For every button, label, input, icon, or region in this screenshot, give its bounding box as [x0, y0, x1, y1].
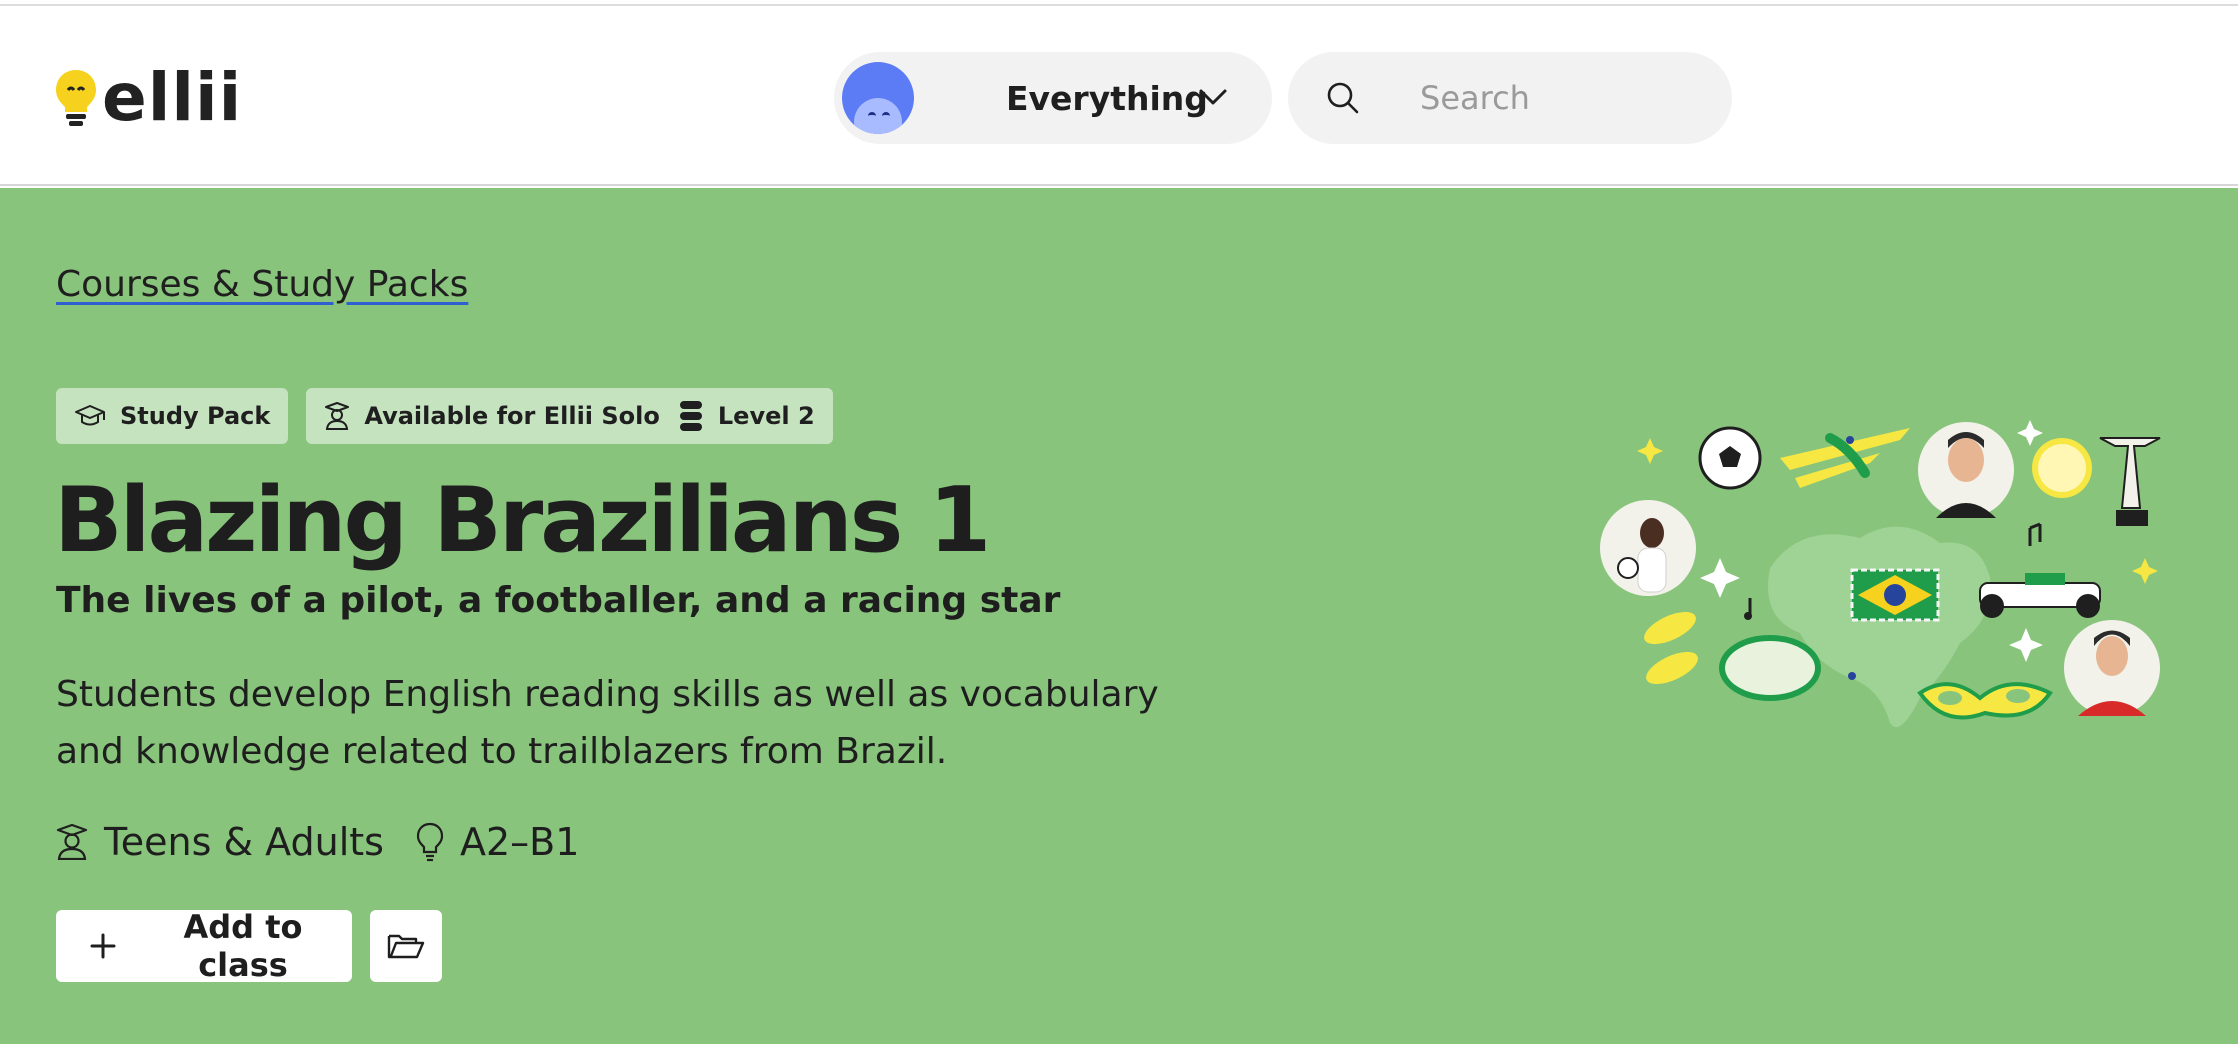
audience-label: Teens & Adults	[104, 820, 384, 864]
logo-wordmark: ellii	[102, 59, 243, 136]
cefr-level-info: A2–B1	[416, 820, 579, 864]
study-pack-badge: Study Pack	[56, 388, 289, 444]
student-icon	[56, 824, 88, 860]
ellii-logo[interactable]: ellii	[54, 58, 242, 138]
plus-icon	[90, 933, 116, 959]
add-to-class-button[interactable]: Add to class	[56, 908, 352, 984]
lightbulb-icon	[416, 822, 444, 862]
graduation-cap-icon	[75, 405, 105, 426]
breadcrumb-courses-study-packs[interactable]: Courses & Study Packs	[56, 264, 468, 305]
course-hero: Courses & Study Packs Study Pack Availab…	[0, 188, 2238, 1044]
study-pack-label: Study Pack	[120, 402, 271, 430]
save-to-folder-button[interactable]	[370, 910, 442, 982]
course-description: Students develop English reading skills …	[56, 674, 1159, 772]
audience-info: Teens & Adults	[56, 820, 384, 864]
add-to-class-label: Add to class	[183, 908, 303, 984]
chevron-down-icon	[1199, 89, 1227, 105]
page-subtitle: The lives of a pilot, a footballer, and …	[56, 580, 1061, 621]
student-icon	[325, 402, 350, 430]
level-stack-icon	[679, 401, 702, 431]
course-illustration	[1600, 420, 2161, 728]
search-input[interactable]	[1420, 79, 1700, 117]
availability-level-badge: Available for Ellii Solo Level 2	[306, 388, 833, 444]
cefr-label: A2–B1	[459, 820, 580, 864]
site-header: ellii Everything	[0, 6, 2238, 186]
lightbulb-logo-icon	[56, 70, 96, 126]
level-label: Level 2	[717, 402, 815, 430]
search-scope-value: Everything	[1006, 78, 1208, 118]
search-bar	[1288, 52, 1732, 144]
availability-label: Available for Ellii Solo	[364, 402, 660, 430]
tag-row: Study Pack Available for Ellii Solo Leve…	[56, 388, 833, 444]
search-icon[interactable]	[1326, 81, 1360, 115]
avatar	[842, 62, 914, 134]
page-title: Blazing Brazilians 1	[54, 468, 991, 573]
folder-open-icon	[387, 934, 425, 959]
course-meta: Teens & Adults A2–B1	[56, 820, 579, 864]
search-scope-dropdown[interactable]: Everything	[834, 52, 1272, 144]
